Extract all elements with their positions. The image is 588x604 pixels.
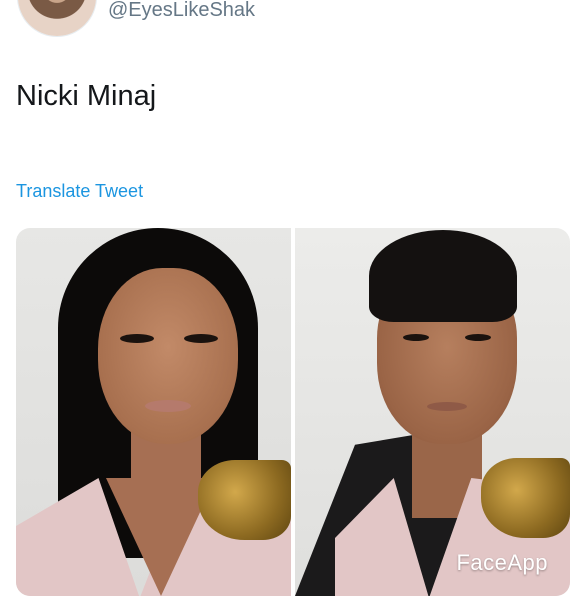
tweet-photo-1[interactable] bbox=[16, 228, 291, 596]
photo-gold-shoulder bbox=[481, 458, 570, 538]
photo-lips bbox=[427, 402, 467, 411]
photo-gold-shoulder bbox=[198, 460, 291, 540]
photo-eye bbox=[465, 334, 491, 341]
translate-tweet-link[interactable]: Translate Tweet bbox=[16, 180, 143, 202]
tweet-photo-2[interactable]: FaceApp bbox=[295, 228, 570, 596]
avatar[interactable] bbox=[18, 0, 96, 36]
faceapp-watermark: FaceApp bbox=[456, 550, 548, 575]
photo-eye bbox=[184, 334, 218, 343]
photo-eye bbox=[120, 334, 154, 343]
photo-hair bbox=[369, 230, 517, 322]
photo-eye bbox=[403, 334, 429, 341]
photo-face bbox=[98, 268, 238, 444]
photo-lips bbox=[145, 400, 191, 412]
tweet-media: FaceApp bbox=[16, 228, 570, 596]
tweet-text: Nicki Minaj bbox=[16, 80, 157, 112]
author-handle[interactable]: @EyesLikeShak bbox=[108, 0, 255, 22]
